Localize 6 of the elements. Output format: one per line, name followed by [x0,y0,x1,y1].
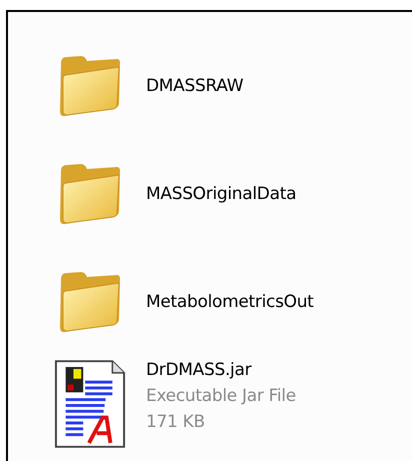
file-name[interactable]: MetabolometricsOut [146,292,314,312]
file-name[interactable]: MASSOriginalData [146,184,296,204]
file-name[interactable]: DrDMASS.jar [146,360,296,380]
file-detail: Executable Jar File [146,386,296,406]
file-name[interactable]: DMASSRAW [146,76,244,96]
file-detail: 171 KB [146,412,206,432]
